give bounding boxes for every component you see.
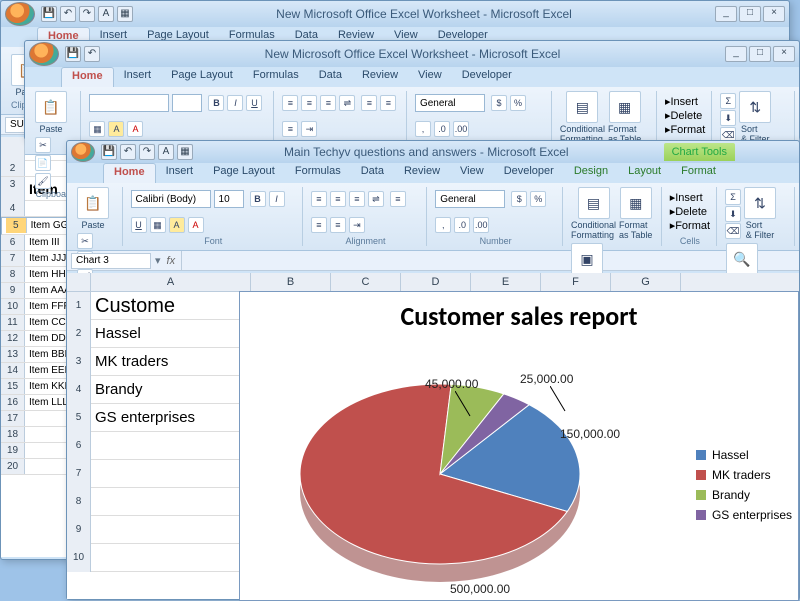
cell[interactable]: Custome: [91, 292, 251, 320]
ribbon-3: 📋Paste✂📄🖌ClipboardBIU▦AAFont≡≡≡⇌≡≡≡⇥Alig…: [67, 183, 799, 251]
tab-view[interactable]: View: [408, 67, 452, 87]
border-icon[interactable]: ▦: [117, 6, 133, 22]
column-header-E[interactable]: E: [471, 273, 541, 291]
formula-bar-row: ▾ fx: [67, 251, 799, 271]
tab-data[interactable]: Data: [309, 67, 352, 87]
tab-insert[interactable]: Insert: [114, 67, 162, 87]
ribbon-group-number: $%,.0.00Number: [429, 187, 563, 246]
data-label: 45,000.00: [425, 377, 478, 391]
chart-legend[interactable]: Hassel MK traders Brandy GS enterprises: [696, 442, 792, 528]
titlebar-3[interactable]: 💾↶↷A▦ Main Techyv questions and answers …: [67, 141, 799, 163]
cell[interactable]: [91, 460, 251, 488]
tab-insert[interactable]: Insert: [156, 163, 204, 183]
dropdown-icon[interactable]: ▾: [155, 254, 161, 267]
column-headers[interactable]: ABCDEFG: [67, 273, 799, 292]
column-header-C[interactable]: C: [331, 273, 401, 291]
column-header-A[interactable]: A: [91, 273, 251, 291]
tab-layout[interactable]: Layout: [618, 163, 671, 183]
cell[interactable]: [91, 544, 251, 572]
titlebar-1[interactable]: 💾 ↶ ↷ A ▦ New Microsoft Office Excel Wor…: [1, 1, 789, 27]
office-button[interactable]: [29, 42, 59, 66]
cell[interactable]: [91, 432, 251, 460]
tab-formulas[interactable]: Formulas: [285, 163, 351, 183]
column-header-D[interactable]: D: [401, 273, 471, 291]
data-label: 500,000.00: [450, 582, 510, 596]
ribbon-group-styles: ▤ConditionalFormatting▦Formatas Table▣Ce…: [565, 187, 662, 246]
column-header-F[interactable]: F: [541, 273, 611, 291]
ribbon-tabs-2[interactable]: HomeInsertPage LayoutFormulasDataReviewV…: [25, 67, 799, 87]
legend-item[interactable]: Hassel: [696, 448, 792, 462]
save-icon[interactable]: 💾: [65, 46, 81, 62]
tab-review[interactable]: Review: [394, 163, 450, 183]
cell[interactable]: [91, 516, 251, 544]
name-box-3[interactable]: [71, 253, 151, 269]
titlebar-2[interactable]: 💾↶ New Microsoft Office Excel Worksheet …: [25, 41, 799, 67]
redo-icon[interactable]: ↷: [79, 6, 95, 22]
ribbon-tabs-3[interactable]: HomeInsertPage LayoutFormulasDataReviewV…: [67, 163, 799, 183]
column-header-G[interactable]: G: [611, 273, 681, 291]
tab-format[interactable]: Format: [671, 163, 726, 183]
quick-access-toolbar[interactable]: 💾 ↶ ↷ A ▦: [41, 6, 133, 22]
redo-icon[interactable]: ↷: [139, 144, 155, 160]
font-icon[interactable]: A: [158, 144, 174, 160]
ribbon-group-font: BIU▦AAFont: [125, 187, 303, 246]
cell[interactable]: Brandy: [91, 376, 251, 404]
window-title-2: New Microsoft Office Excel Worksheet - M…: [100, 47, 725, 61]
ribbon-group-alignment: ≡≡≡⇌≡≡≡⇥Alignment: [305, 187, 427, 246]
tab-data[interactable]: Data: [351, 163, 394, 183]
border-icon[interactable]: ▦: [177, 144, 193, 160]
tab-home[interactable]: Home: [103, 163, 156, 183]
save-icon[interactable]: 💾: [101, 144, 117, 160]
cell[interactable]: [91, 488, 251, 516]
tab-design[interactable]: Design: [564, 163, 618, 183]
tab-page-layout[interactable]: Page Layout: [161, 67, 243, 87]
legend-item[interactable]: Brandy: [696, 488, 792, 502]
tab-page-layout[interactable]: Page Layout: [203, 163, 285, 183]
ribbon-group-clipboard: 📋Paste✂📄🖌Clipboard: [71, 187, 123, 246]
excel-window-3: 💾↶↷A▦ Main Techyv questions and answers …: [66, 140, 800, 600]
save-icon[interactable]: 💾: [41, 6, 57, 22]
maximize-button[interactable]: □: [749, 46, 771, 62]
office-button[interactable]: [5, 2, 35, 26]
window-title-3: Main Techyv questions and answers - Micr…: [193, 145, 660, 159]
column-header-B[interactable]: B: [251, 273, 331, 291]
excel-window-2: 💾↶ New Microsoft Office Excel Worksheet …: [24, 40, 800, 140]
fx-icon[interactable]: fx: [167, 255, 176, 267]
chart-object[interactable]: Customer sales report Hassel MK traders Br…: [239, 291, 799, 601]
cell[interactable]: MK traders: [91, 348, 251, 376]
undo-icon[interactable]: ↶: [60, 6, 76, 22]
data-label: 25,000.00: [520, 372, 573, 386]
cell[interactable]: GS enterprises: [91, 404, 251, 432]
tab-review[interactable]: Review: [352, 67, 408, 87]
minimize-button[interactable]: _: [715, 6, 737, 22]
close-button[interactable]: ×: [763, 6, 785, 22]
close-button[interactable]: ×: [773, 46, 795, 62]
maximize-button[interactable]: □: [739, 6, 761, 22]
undo-icon[interactable]: ↶: [84, 46, 100, 62]
tab-home[interactable]: Home: [61, 67, 114, 87]
cell[interactable]: Hassel: [91, 320, 251, 348]
legend-item[interactable]: MK traders: [696, 468, 792, 482]
legend-item[interactable]: GS enterprises: [696, 508, 792, 522]
font-icon[interactable]: A: [98, 6, 114, 22]
ribbon-group-cells: ▸Insert▸Delete▸FormatCells: [664, 187, 717, 246]
ribbon-group-editing: Σ⬇⌫⇅Sort& Filter🔍Find& SelectEditing: [719, 187, 795, 246]
tab-formulas[interactable]: Formulas: [243, 67, 309, 87]
tab-view[interactable]: View: [450, 163, 494, 183]
office-button[interactable]: [71, 142, 95, 162]
tab-developer[interactable]: Developer: [494, 163, 564, 183]
chart-title[interactable]: Customer sales report: [240, 292, 798, 340]
data-label: 150,000.00: [560, 427, 620, 441]
chart-tools-tab[interactable]: Chart Tools: [664, 143, 735, 161]
undo-icon[interactable]: ↶: [120, 144, 136, 160]
tab-developer[interactable]: Developer: [452, 67, 522, 87]
minimize-button[interactable]: _: [725, 46, 747, 62]
window-title-1: New Microsoft Office Excel Worksheet - M…: [133, 7, 715, 21]
